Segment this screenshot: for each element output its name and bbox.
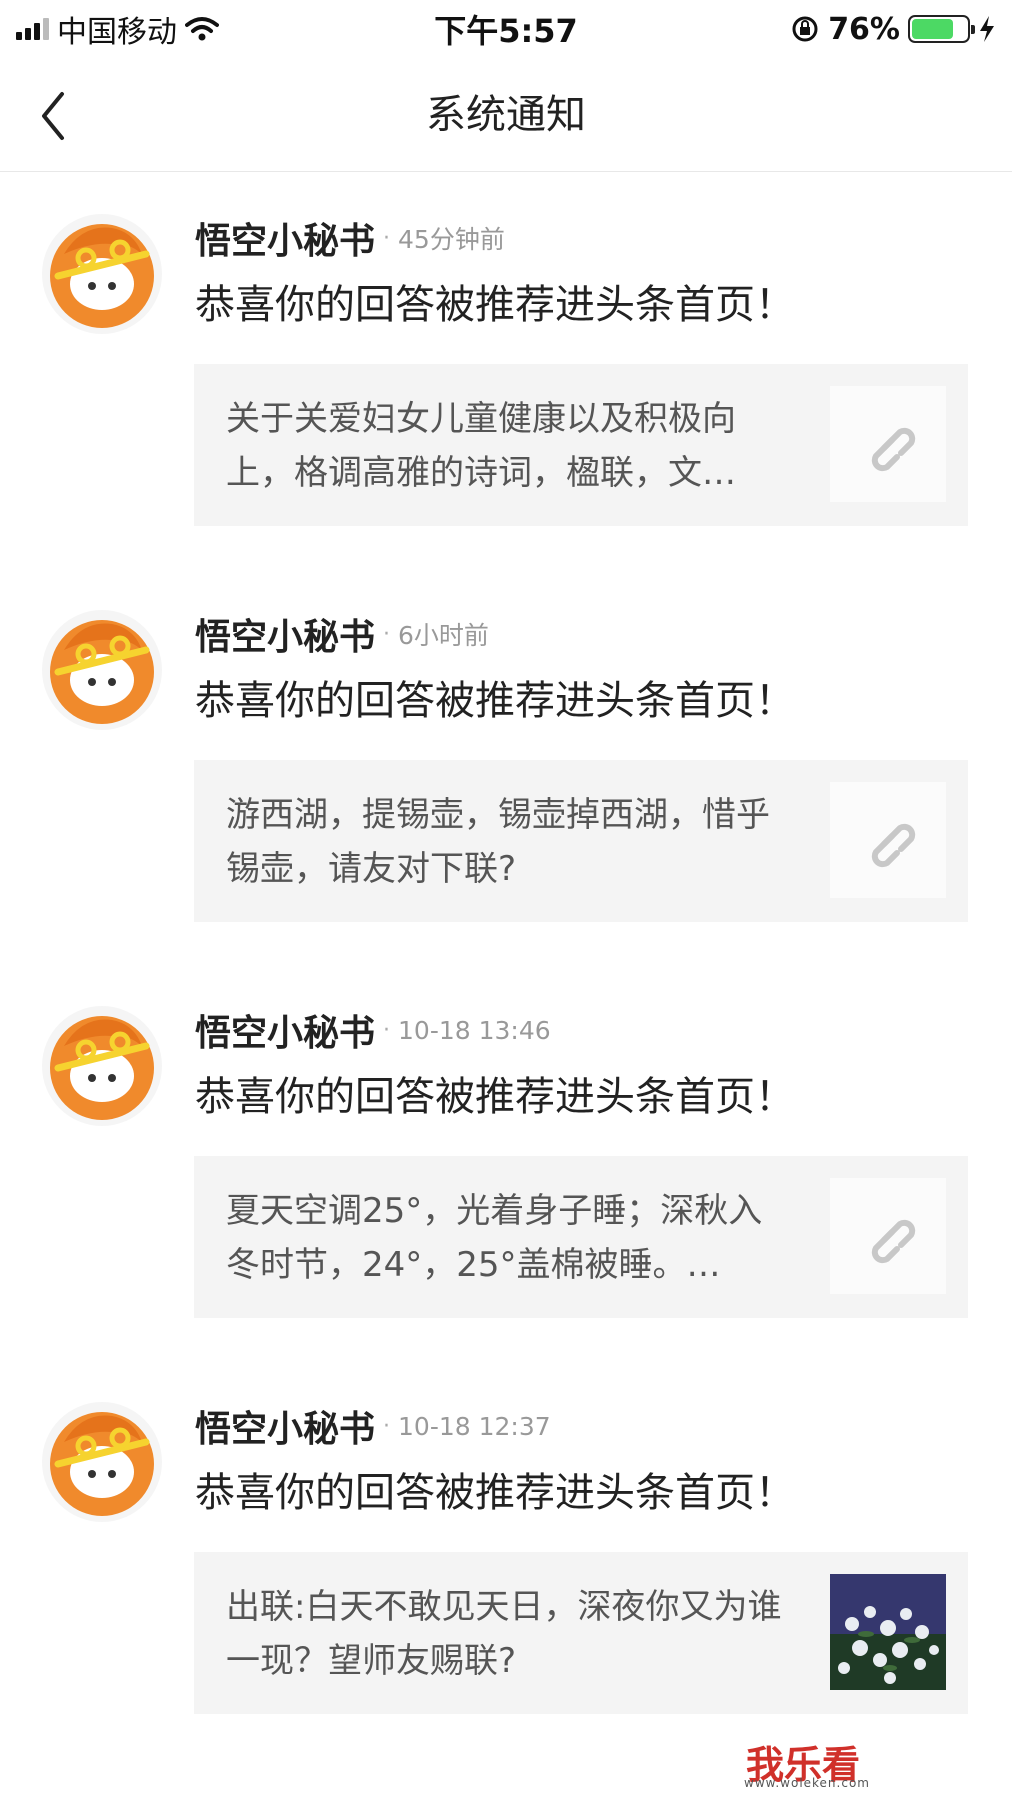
timestamp: 45分钟前 [398, 225, 505, 254]
avatar[interactable] [42, 610, 162, 730]
sender-name[interactable]: 悟空小秘书 [195, 212, 375, 264]
sender-name[interactable]: 悟空小秘书 [195, 608, 375, 660]
sender-line: 悟空小秘书 · 6小时前 [195, 608, 489, 660]
avatar[interactable] [42, 1402, 162, 1522]
notification-list: 悟空小秘书 · 45分钟前 恭喜你的回答被推荐进头条首页！ 关于关爱妇女儿童健康… [0, 172, 1012, 1756]
status-bar: 中国移动 下午5:57 76% [0, 0, 1012, 58]
nav-bar: 系统通知 [0, 58, 1012, 172]
carrier-label: 中国移动 [57, 15, 177, 50]
link-icon [871, 427, 916, 472]
link-icon [871, 1219, 916, 1264]
separator-dot: · [383, 1017, 391, 1043]
status-right: 76% [790, 12, 996, 47]
page-title: 系统通知 [426, 92, 586, 138]
notification-item[interactable]: 悟空小秘书 · 10-18 13:46 恭喜你的回答被推荐进头条首页！ 夏天空调… [0, 964, 1012, 1360]
wukong-avatar-icon [50, 620, 154, 724]
notification-message: 恭喜你的回答被推荐进头条首页！ [195, 1470, 795, 1516]
signal-icon [16, 18, 49, 40]
sender-name[interactable]: 悟空小秘书 [195, 1400, 375, 1452]
timestamp: 10-18 13:46 [398, 1015, 551, 1045]
watermark-url: www.woleken.com [744, 1776, 870, 1790]
sender-line: 悟空小秘书 · 45分钟前 [195, 212, 505, 264]
card-text: 游西湖，提锡壶，锡壶掉西湖，惜乎锡壶，请友对下联? [226, 795, 770, 889]
separator-dot: · [383, 1413, 391, 1439]
answer-card[interactable]: 关于关爱妇女儿童健康以及积极向上，格调高雅的诗词，楹联，文… [194, 364, 968, 526]
notification-message: 恭喜你的回答被推荐进头条首页！ [195, 1074, 795, 1120]
link-icon [871, 823, 916, 868]
wukong-avatar-icon [50, 224, 154, 328]
charging-bolt-icon [980, 16, 994, 42]
card-text: 出联:白天不敢见天日，深夜你又为谁一现？望师友赐联? [226, 1587, 782, 1681]
notification-message: 恭喜你的回答被推荐进头条首页！ [195, 282, 795, 328]
card-thumbnail [830, 1178, 946, 1294]
separator-dot: · [383, 225, 391, 251]
notification-message: 恭喜你的回答被推荐进头条首页！ [195, 678, 795, 724]
wukong-avatar-icon [50, 1412, 154, 1516]
card-thumbnail [830, 1574, 946, 1690]
sender-name[interactable]: 悟空小秘书 [195, 1004, 375, 1056]
battery-icon [908, 15, 975, 43]
avatar[interactable] [42, 214, 162, 334]
notification-item[interactable]: 悟空小秘书 · 10-18 12:37 恭喜你的回答被推荐进头条首页！ 出联:白… [0, 1360, 1012, 1756]
avatar[interactable] [42, 1006, 162, 1126]
flower-photo [830, 1574, 946, 1690]
notification-item[interactable]: 悟空小秘书 · 6小时前 恭喜你的回答被推荐进头条首页！ 游西湖，提锡壶，锡壶掉… [0, 568, 1012, 964]
card-text: 关于关爱妇女儿童健康以及积极向上，格调高雅的诗词，楹联，文… [226, 399, 736, 493]
battery-percent: 76% [828, 11, 900, 47]
wifi-icon [185, 17, 219, 41]
card-text: 夏天空调25°，光着身子睡；深秋入冬时节，24°，25°盖棉被睡。… [226, 1191, 763, 1285]
sender-line: 悟空小秘书 · 10-18 13:46 [195, 1004, 551, 1056]
card-thumbnail [830, 386, 946, 502]
card-thumbnail [830, 782, 946, 898]
answer-card[interactable]: 夏天空调25°，光着身子睡；深秋入冬时节，24°，25°盖棉被睡。… [194, 1156, 968, 1318]
notification-item[interactable]: 悟空小秘书 · 45分钟前 恭喜你的回答被推荐进头条首页！ 关于关爱妇女儿童健康… [0, 172, 1012, 568]
timestamp: 10-18 12:37 [398, 1411, 551, 1441]
battery-fill [912, 19, 954, 39]
timestamp: 6小时前 [398, 621, 489, 650]
status-left: 中国移动 [16, 7, 219, 51]
rotation-lock-icon [792, 16, 818, 42]
answer-card[interactable]: 游西湖，提锡壶，锡壶掉西湖，惜乎锡壶，请友对下联? [194, 760, 968, 922]
separator-dot: · [383, 621, 391, 647]
wukong-avatar-icon [50, 1016, 154, 1120]
answer-card[interactable]: 出联:白天不敢见天日，深夜你又为谁一现？望师友赐联? [194, 1552, 968, 1714]
sender-line: 悟空小秘书 · 10-18 12:37 [195, 1400, 551, 1452]
